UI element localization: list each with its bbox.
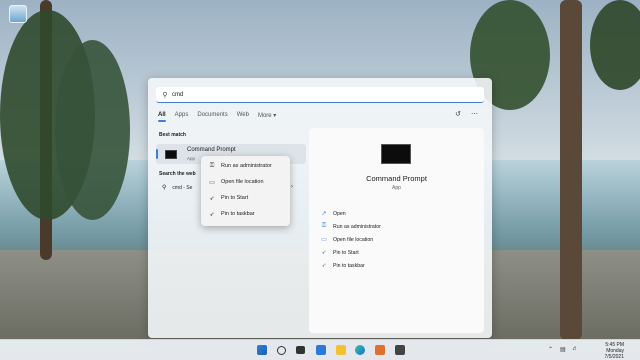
taskbar: ⌃ ▤ ♬ 5:45 PM Monday 7/5/2021 bbox=[0, 339, 640, 360]
web-search-item[interactable]: ⚲ cmd - Se › bbox=[162, 184, 293, 191]
clock-date: 7/5/2021 bbox=[604, 354, 624, 360]
pin-icon: ➶ bbox=[321, 250, 327, 256]
action-label: Open bbox=[333, 210, 346, 217]
recycle-bin-icon[interactable] bbox=[9, 5, 27, 23]
pin-icon: ➶ bbox=[209, 195, 215, 202]
start-search-panel: ⚲ cmd All Apps Documents Web More ▾ ↺ ⋯ … bbox=[148, 78, 492, 338]
tab-tools: ↺ ⋯ bbox=[455, 110, 478, 118]
folder-icon: ▭ bbox=[209, 179, 215, 186]
preview-subtitle: App bbox=[392, 185, 401, 191]
best-match-subtitle: App bbox=[187, 156, 196, 161]
action-open-file-location[interactable]: ▭ Open file location bbox=[320, 236, 374, 244]
volume-icon[interactable]: ♬ bbox=[572, 346, 578, 352]
preview-title: Command Prompt bbox=[366, 174, 427, 183]
search-icon[interactable] bbox=[277, 346, 286, 355]
command-prompt-large-icon bbox=[381, 144, 411, 164]
share-icon[interactable]: ↺ bbox=[455, 110, 461, 118]
menu-item-label: Pin to Start bbox=[221, 195, 249, 201]
menu-open-file-location[interactable]: ▭ Open file location bbox=[201, 175, 290, 189]
action-label: Run as administrator bbox=[333, 223, 381, 230]
taskbar-clock[interactable]: 5:45 PM Monday 7/5/2021 bbox=[605, 342, 624, 360]
search-icon: ⚲ bbox=[162, 185, 167, 191]
action-label: Open file location bbox=[333, 236, 374, 243]
command-prompt-icon bbox=[165, 150, 177, 159]
menu-item-label: Run as administrator bbox=[221, 163, 272, 169]
action-label: Pin to Start bbox=[333, 249, 359, 256]
tab-all[interactable]: All bbox=[158, 112, 166, 122]
tab-web[interactable]: Web bbox=[237, 112, 249, 122]
file-explorer-icon[interactable] bbox=[336, 345, 346, 355]
tab-documents[interactable]: Documents bbox=[197, 112, 227, 122]
tab-apps[interactable]: Apps bbox=[175, 112, 189, 122]
search-input[interactable]: cmd bbox=[172, 92, 183, 98]
selection-indicator bbox=[156, 149, 158, 159]
network-icon[interactable]: ▤ bbox=[560, 346, 566, 353]
best-match-title: Command Prompt bbox=[187, 147, 236, 153]
store-icon[interactable] bbox=[375, 345, 385, 355]
ellipsis-icon[interactable]: ⋯ bbox=[471, 110, 478, 118]
preview-pane: Command Prompt App ↗ Open ⚿ Run as admin… bbox=[309, 128, 484, 333]
chevron-up-icon[interactable]: ⌃ bbox=[548, 346, 553, 353]
widgets-icon[interactable] bbox=[316, 345, 326, 355]
action-run-as-admin[interactable]: ⚿ Run as administrator bbox=[320, 223, 381, 230]
chevron-right-icon[interactable]: › bbox=[291, 184, 293, 190]
search-icon: ⚲ bbox=[162, 91, 168, 99]
menu-pin-to-start[interactable]: ➶ Pin to Start bbox=[201, 191, 290, 205]
tab-more[interactable]: More ▾ bbox=[258, 112, 276, 122]
context-menu: ⚿ Run as administrator ▭ Open file locat… bbox=[201, 156, 290, 226]
folder-icon: ▭ bbox=[321, 237, 327, 243]
shield-icon: ⚿ bbox=[209, 162, 215, 169]
menu-pin-to-taskbar[interactable]: ➶ Pin to taskbar bbox=[201, 207, 290, 221]
task-view-icon[interactable] bbox=[296, 346, 305, 354]
app-icon[interactable] bbox=[395, 345, 405, 355]
best-match-label: Best match bbox=[159, 132, 186, 138]
search-box[interactable]: ⚲ cmd bbox=[156, 87, 484, 103]
menu-item-label: Pin to taskbar bbox=[221, 211, 255, 217]
menu-item-label: Open file location bbox=[221, 179, 264, 185]
search-tabs: All Apps Documents Web More ▾ bbox=[158, 112, 285, 122]
action-open[interactable]: ↗ Open bbox=[320, 210, 346, 218]
web-search-text: cmd - Se bbox=[172, 184, 193, 191]
pin-icon: ➶ bbox=[209, 211, 215, 218]
open-icon: ↗ bbox=[321, 211, 327, 217]
shield-icon: ⚿ bbox=[321, 223, 327, 229]
pin-icon: ➶ bbox=[321, 263, 327, 269]
action-pin-to-taskbar[interactable]: ➶ Pin to taskbar bbox=[320, 262, 365, 270]
action-label: Pin to taskbar bbox=[333, 262, 365, 269]
edge-icon[interactable] bbox=[355, 345, 365, 355]
action-pin-to-start[interactable]: ➶ Pin to Start bbox=[320, 249, 359, 257]
search-web-label: Search the web bbox=[159, 171, 196, 177]
windows-start-icon[interactable] bbox=[257, 345, 267, 355]
menu-run-as-administrator[interactable]: ⚿ Run as administrator bbox=[201, 159, 290, 173]
